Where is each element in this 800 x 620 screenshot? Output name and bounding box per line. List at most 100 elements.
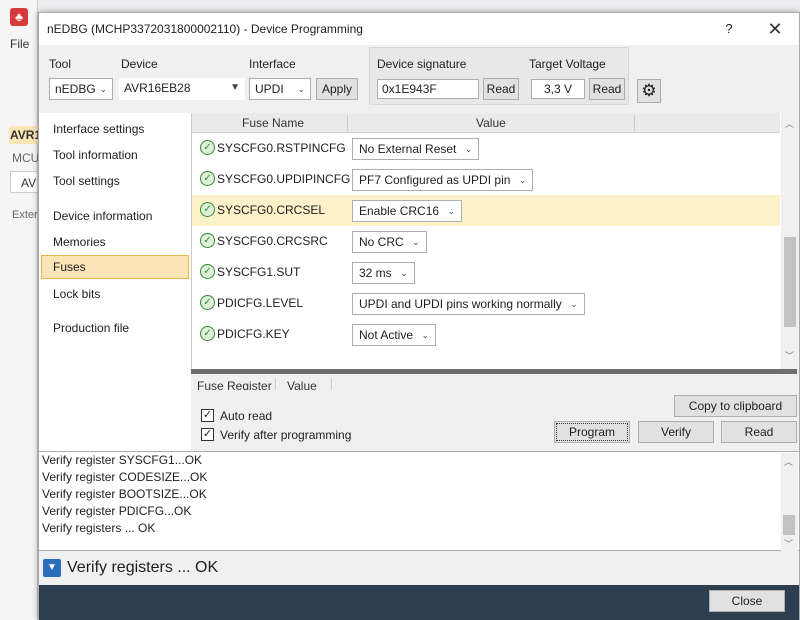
nav-panel: Interface settings Tool information Tool… <box>39 113 191 451</box>
device-signature-field[interactable]: 0x1E943F <box>377 79 479 99</box>
scroll-up-icon[interactable]: ︿ <box>785 117 794 130</box>
table-row[interactable]: ✓ PDICFG.KEY Not Active ⌄ <box>192 319 780 350</box>
close-window-button[interactable]: ✕ <box>763 17 787 41</box>
auto-read-checkbox[interactable]: ✓ <box>201 409 214 422</box>
verify-button[interactable]: Verify <box>638 421 714 443</box>
status-bar: ▼ Verify registers ... OK <box>39 553 799 585</box>
chevron-down-icon: ⌄ <box>447 206 456 216</box>
log-line: Verify register CODESIZE...OK <box>42 470 208 484</box>
interface-select-value: UPDI <box>255 82 284 96</box>
tool-select[interactable]: nEDBG ⌄ <box>49 78 113 100</box>
read-button[interactable]: Read <box>721 421 797 443</box>
column-header-register-value[interactable]: Value <box>287 379 317 390</box>
column-separator <box>347 115 348 131</box>
fuse-value: No External Reset <box>359 142 457 156</box>
voltage-read-button[interactable]: Read <box>589 78 625 100</box>
nav-item-fuses[interactable]: Fuses <box>41 255 189 279</box>
fuse-value: 32 ms <box>359 266 392 280</box>
log-scrollbar[interactable]: ︿ ﹀ <box>781 453 798 551</box>
menu-file[interactable]: File <box>10 37 29 51</box>
column-header-fuse-register[interactable]: Fuse Register <box>197 379 272 390</box>
dropdown-triangle-icon: ▼ <box>230 82 240 93</box>
nav-item-lock-bits[interactable]: Lock bits <box>41 282 189 306</box>
fuse-name: SYSCFG1.SUT <box>217 265 301 279</box>
column-separator <box>634 115 635 131</box>
fuse-value-select[interactable]: No CRC ⌄ <box>352 231 427 253</box>
settings-gear-icon[interactable]: ⚙ <box>637 79 661 103</box>
fuse-value: No CRC <box>359 235 404 249</box>
nav-item-tool-information[interactable]: Tool information <box>41 143 189 167</box>
apply-button[interactable]: Apply <box>316 78 358 100</box>
dialog-footer: Close <box>39 585 799 620</box>
fuse-value: Not Active <box>359 328 414 342</box>
fuse-value: Enable CRC16 <box>359 204 440 218</box>
window-title: nEDBG (MCHP3372031800002110) - Device Pr… <box>47 22 363 36</box>
table-row[interactable]: ✓ SYSCFG0.CRCSRC No CRC ⌄ <box>192 226 780 257</box>
table-row-selected[interactable]: ✓ SYSCFG0.CRCSEL Enable CRC16 ⌄ <box>192 195 780 226</box>
expand-arrow-icon[interactable]: ▼ <box>43 559 61 577</box>
nav-item-production-file[interactable]: Production file <box>41 316 189 340</box>
close-button[interactable]: Close <box>709 590 785 612</box>
fuse-value: PF7 Configured as UPDI pin <box>359 173 511 187</box>
fuse-value-select[interactable]: PF7 Configured as UPDI pin ⌄ <box>352 169 534 191</box>
background-button[interactable]: AV <box>10 171 38 193</box>
device-programming-dialog: nEDBG (MCHP3372031800002110) - Device Pr… <box>38 12 800 620</box>
device-select[interactable]: AVR16EB28 ▼ <box>119 78 245 100</box>
nav-item-memories[interactable]: Memories <box>41 230 189 254</box>
interface-select[interactable]: UPDI ⌄ <box>249 78 311 100</box>
chevron-down-icon: ⌄ <box>464 144 473 154</box>
fuse-value-select[interactable]: No External Reset ⌄ <box>352 138 480 160</box>
check-ok-icon: ✓ <box>200 264 215 279</box>
device-select-value: AVR16EB28 <box>124 81 191 95</box>
verify-after-programming-label: Verify after programming <box>220 428 352 442</box>
app-logo-icon: ♣ <box>10 8 28 26</box>
auto-read-label: Auto read <box>220 409 273 423</box>
fuse-value-select[interactable]: 32 ms ⌄ <box>352 262 415 284</box>
signature-read-button[interactable]: Read <box>483 78 519 100</box>
scrollbar-thumb[interactable] <box>783 515 795 535</box>
nav-item-device-information[interactable]: Device information <box>41 204 189 228</box>
table-row[interactable]: ✓ PDICFG.LEVEL UPDI and UPDI pins workin… <box>192 288 780 319</box>
tool-select-value: nEDBG <box>55 82 96 96</box>
log-line: Verify registers ... OK <box>42 521 156 535</box>
column-header-fuse-name[interactable]: Fuse Name <box>242 116 304 130</box>
fuse-value-select[interactable]: Enable CRC16 ⌄ <box>352 200 463 222</box>
fuse-name: SYSCFG0.CRCSRC <box>217 234 328 248</box>
tool-label: Tool <box>49 57 72 71</box>
fuse-table-header: Fuse Name Value <box>192 113 780 133</box>
fuse-name: PDICFG.KEY <box>217 327 290 341</box>
device-label: Device <box>121 57 158 71</box>
chevron-down-icon: ⌄ <box>518 175 527 185</box>
target-voltage-label: Target Voltage <box>529 57 606 71</box>
help-button[interactable]: ? <box>719 19 739 39</box>
fuse-name: SYSCFG0.RSTPINCFG <box>217 141 346 155</box>
background-tab[interactable]: AVR1 <box>9 126 41 144</box>
program-button[interactable]: Program <box>554 421 630 443</box>
fuse-value-select[interactable]: Not Active ⌄ <box>352 324 437 346</box>
check-ok-icon: ✓ <box>200 295 215 310</box>
nav-item-tool-settings[interactable]: Tool settings <box>41 169 189 193</box>
chevron-down-icon: ⌄ <box>99 84 107 94</box>
scroll-up-icon[interactable]: ︿ <box>784 455 793 468</box>
fuse-table: Fuse Name Value ✓ SYSCFG0.RSTPINCFG No E… <box>191 113 798 369</box>
table-row[interactable]: ✓ SYSCFG1.SUT 32 ms ⌄ <box>192 257 780 288</box>
background-label-mcu: MCU <box>12 151 40 165</box>
device-signature-label: Device signature <box>377 57 467 71</box>
background-label-external: Exter <box>12 209 38 221</box>
scroll-down-icon[interactable]: ﹀ <box>784 537 793 550</box>
table-row[interactable]: ✓ SYSCFG0.RSTPINCFG No External Reset ⌄ <box>192 133 780 164</box>
title-bar: nEDBG (MCHP3372031800002110) - Device Pr… <box>39 13 799 45</box>
column-header-value[interactable]: Value <box>476 116 506 130</box>
nav-item-interface-settings[interactable]: Interface settings <box>41 117 189 141</box>
scrollbar-thumb[interactable] <box>784 237 796 327</box>
target-voltage-field[interactable]: 3,3 V <box>531 79 585 99</box>
fuse-name: SYSCFG0.CRCSEL <box>217 203 326 217</box>
fuse-value-select[interactable]: UPDI and UPDI pins working normally ⌄ <box>352 293 585 315</box>
copy-to-clipboard-button[interactable]: Copy to clipboard <box>674 395 797 417</box>
chevron-down-icon: ⌄ <box>421 330 430 340</box>
verify-after-programming-checkbox[interactable]: ✓ <box>201 428 214 441</box>
check-ok-icon: ✓ <box>200 140 215 155</box>
log-line: Verify register PDICFG...OK <box>42 504 192 518</box>
scroll-down-icon[interactable]: ﹀ <box>785 349 794 362</box>
table-row[interactable]: ✓ SYSCFG0.UPDIPINCFG PF7 Configured as U… <box>192 164 780 195</box>
